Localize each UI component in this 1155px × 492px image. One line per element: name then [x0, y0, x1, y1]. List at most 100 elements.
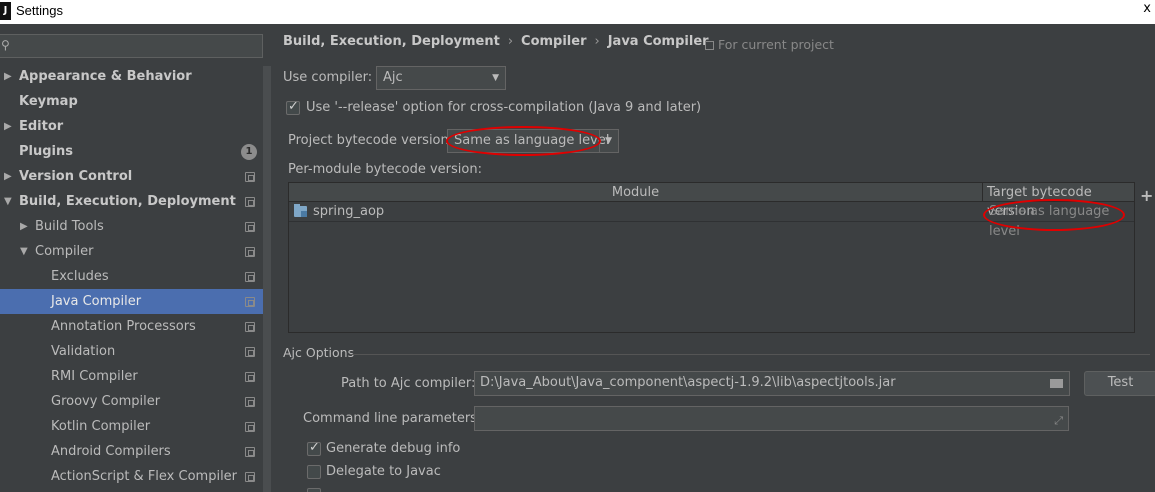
sidebar-item-label: Compiler — [35, 244, 94, 259]
project-scope-icon — [245, 222, 255, 232]
breadcrumb-separator: › — [507, 34, 514, 49]
project-scope-icon — [245, 322, 255, 332]
column-header-module[interactable]: Module — [289, 183, 983, 202]
chevron-down-icon[interactable]: ▼ — [4, 189, 12, 214]
sidebar-item-android-compilers[interactable]: Android Compilers — [0, 439, 263, 464]
chevron-right-icon[interactable]: ▶ — [4, 114, 12, 139]
ajc-path-value: D:\Java_About\Java_component\aspectj-1.9… — [480, 375, 896, 390]
sidebar-item-label: ActionScript & Flex Compiler — [51, 469, 238, 484]
window-title: Settings — [16, 3, 63, 18]
settings-sidebar: ⚲ ▶ Appearance & Behavior Keymap ▶ Editor Plu… — [0, 24, 271, 492]
use-compiler-dropdown[interactable]: Ajc ▼ — [376, 66, 506, 90]
sidebar-item-label: Build, Execution, Deployment — [19, 194, 236, 209]
project-scope-icon — [245, 247, 255, 257]
sidebar-item-annotation-processors[interactable]: Annotation Processors — [0, 314, 263, 339]
table-header: Module Target bytecode version — [289, 183, 1134, 219]
bytecode-version-label: Project bytecode version: — [288, 133, 454, 148]
sidebar-item-plugins[interactable]: Plugins 1 — [0, 139, 263, 164]
use-compiler-label: Use compiler: — [283, 70, 373, 85]
generate-debug-label: Generate debug info — [326, 441, 461, 456]
project-scope-icon — [245, 472, 255, 482]
intellij-app-icon: J — [0, 2, 11, 20]
command-line-field[interactable]: ⤢ — [474, 406, 1069, 431]
ajc-options-section-title: Ajc Options — [283, 345, 355, 360]
sidebar-item-label: Build Tools — [35, 219, 104, 234]
sidebar-item-label: Editor — [19, 119, 64, 134]
chevron-down-icon: ▼ — [492, 73, 499, 83]
search-icon: ⚲ — [1, 38, 10, 52]
chevron-right-icon[interactable]: ▶ — [4, 64, 12, 89]
sidebar-item-label: Validation — [51, 344, 116, 359]
table-divider — [1134, 202, 1135, 333]
release-option-checkbox[interactable] — [286, 99, 300, 115]
sidebar-item-label: Java Compiler — [51, 294, 142, 309]
sidebar-item-groovy-compiler[interactable]: Groovy Compiler — [0, 389, 263, 414]
ajc-path-field[interactable]: D:\Java_About\Java_component\aspectj-1.9… — [474, 371, 1070, 396]
scope-note-text: For current project — [718, 37, 834, 52]
title-bar: J Settings x — [0, 0, 1155, 24]
breadcrumb-separator: › — [594, 34, 600, 49]
update-count-badge: 1 — [241, 144, 257, 160]
sidebar-item-label: Excludes — [51, 269, 109, 284]
sidebar-item-label: Kotlin Compiler — [51, 419, 151, 434]
scope-note: For current project — [705, 37, 834, 52]
browse-folder-icon[interactable] — [1050, 379, 1063, 388]
use-compiler-value: Ajc — [383, 70, 403, 85]
test-button[interactable]: Test — [1084, 371, 1155, 396]
sidebar-item-editor[interactable]: ▶ Editor — [0, 114, 263, 139]
add-module-button[interactable]: + — [1140, 186, 1153, 205]
red-highlight-ellipse — [446, 126, 601, 156]
close-window-icon[interactable]: x — [1143, 1, 1151, 16]
sidebar-item-build-execution-deployment[interactable]: ▼ Build, Execution, Deployment — [0, 189, 263, 214]
project-scope-icon — [245, 272, 255, 282]
expand-icon[interactable]: ⤢ — [1054, 410, 1063, 432]
row-module-name: spring_aop — [313, 204, 385, 219]
per-module-label: Per-module bytecode version: — [288, 162, 482, 177]
sidebar-item-label: Annotation Processors — [51, 319, 196, 334]
delegate-to-javac-label: Delegate to Javac — [326, 464, 441, 479]
ajc-path-label: Path to Ajc compiler: — [341, 376, 476, 391]
java-compiler-panel: Build, Execution, Deployment › Compiler › Ja… — [271, 24, 1155, 492]
sidebar-item-validation[interactable]: Validation — [0, 339, 263, 364]
project-scope-icon — [245, 197, 255, 207]
breadcrumb-item: Java Compiler — [607, 34, 709, 49]
project-scope-icon — [245, 372, 255, 382]
sidebar-item-excludes[interactable]: Excludes — [0, 264, 263, 289]
project-scope-icon — [245, 347, 255, 357]
option-checkbox[interactable] — [307, 488, 321, 492]
sidebar-item-label: Android Compilers — [51, 444, 171, 459]
project-scope-icon — [245, 297, 255, 307]
sidebar-item-build-tools[interactable]: ▶ Build Tools — [0, 214, 263, 239]
module-folder-icon — [294, 204, 307, 217]
sidebar-item-label: Groovy Compiler — [51, 394, 161, 409]
sidebar-item-label: Appearance & Behavior — [19, 69, 192, 84]
command-line-label: Command line parameters: — [303, 411, 482, 426]
chevron-down-icon: ▼ — [599, 130, 612, 152]
chevron-down-icon[interactable]: ▼ — [20, 239, 28, 264]
chevron-right-icon[interactable]: ▶ — [4, 164, 12, 189]
sidebar-item-rmi-compiler[interactable]: RMI Compiler — [0, 364, 263, 389]
chevron-right-icon[interactable]: ▶ — [20, 214, 28, 239]
sidebar-item-label: Version Control — [19, 169, 133, 184]
project-scope-icon — [705, 41, 714, 50]
sidebar-item-kotlin-compiler[interactable]: Kotlin Compiler — [0, 414, 263, 439]
project-scope-icon — [245, 422, 255, 432]
sidebar-item-java-compiler[interactable]: Java Compiler — [0, 289, 263, 314]
sidebar-item-version-control[interactable]: ▶ Version Control — [0, 164, 263, 189]
project-scope-icon — [245, 447, 255, 457]
sidebar-item-label: Plugins — [19, 144, 73, 159]
sidebar-item-appearance-behavior[interactable]: ▶ Appearance & Behavior — [0, 64, 263, 89]
settings-search-input[interactable]: ⚲ — [0, 34, 263, 58]
generate-debug-checkbox[interactable] — [307, 440, 321, 456]
breadcrumb: Build, Execution, Deployment › Compiler › Ja… — [283, 34, 709, 49]
delegate-to-javac-checkbox[interactable] — [307, 465, 321, 479]
breadcrumb-item: Compiler — [521, 34, 587, 49]
sidebar-item-actionscript-flex-compiler[interactable]: ActionScript & Flex Compiler — [0, 464, 263, 489]
sidebar-item-compiler[interactable]: ▼ Compiler — [0, 239, 263, 264]
sidebar-item-keymap[interactable]: Keymap — [0, 89, 263, 114]
section-divider — [350, 354, 1150, 355]
sidebar-scrollbar[interactable] — [263, 66, 271, 492]
release-option-label: Use '--release' option for cross-compila… — [306, 100, 702, 115]
red-highlight-ellipse — [983, 199, 1125, 231]
project-scope-icon — [245, 397, 255, 407]
